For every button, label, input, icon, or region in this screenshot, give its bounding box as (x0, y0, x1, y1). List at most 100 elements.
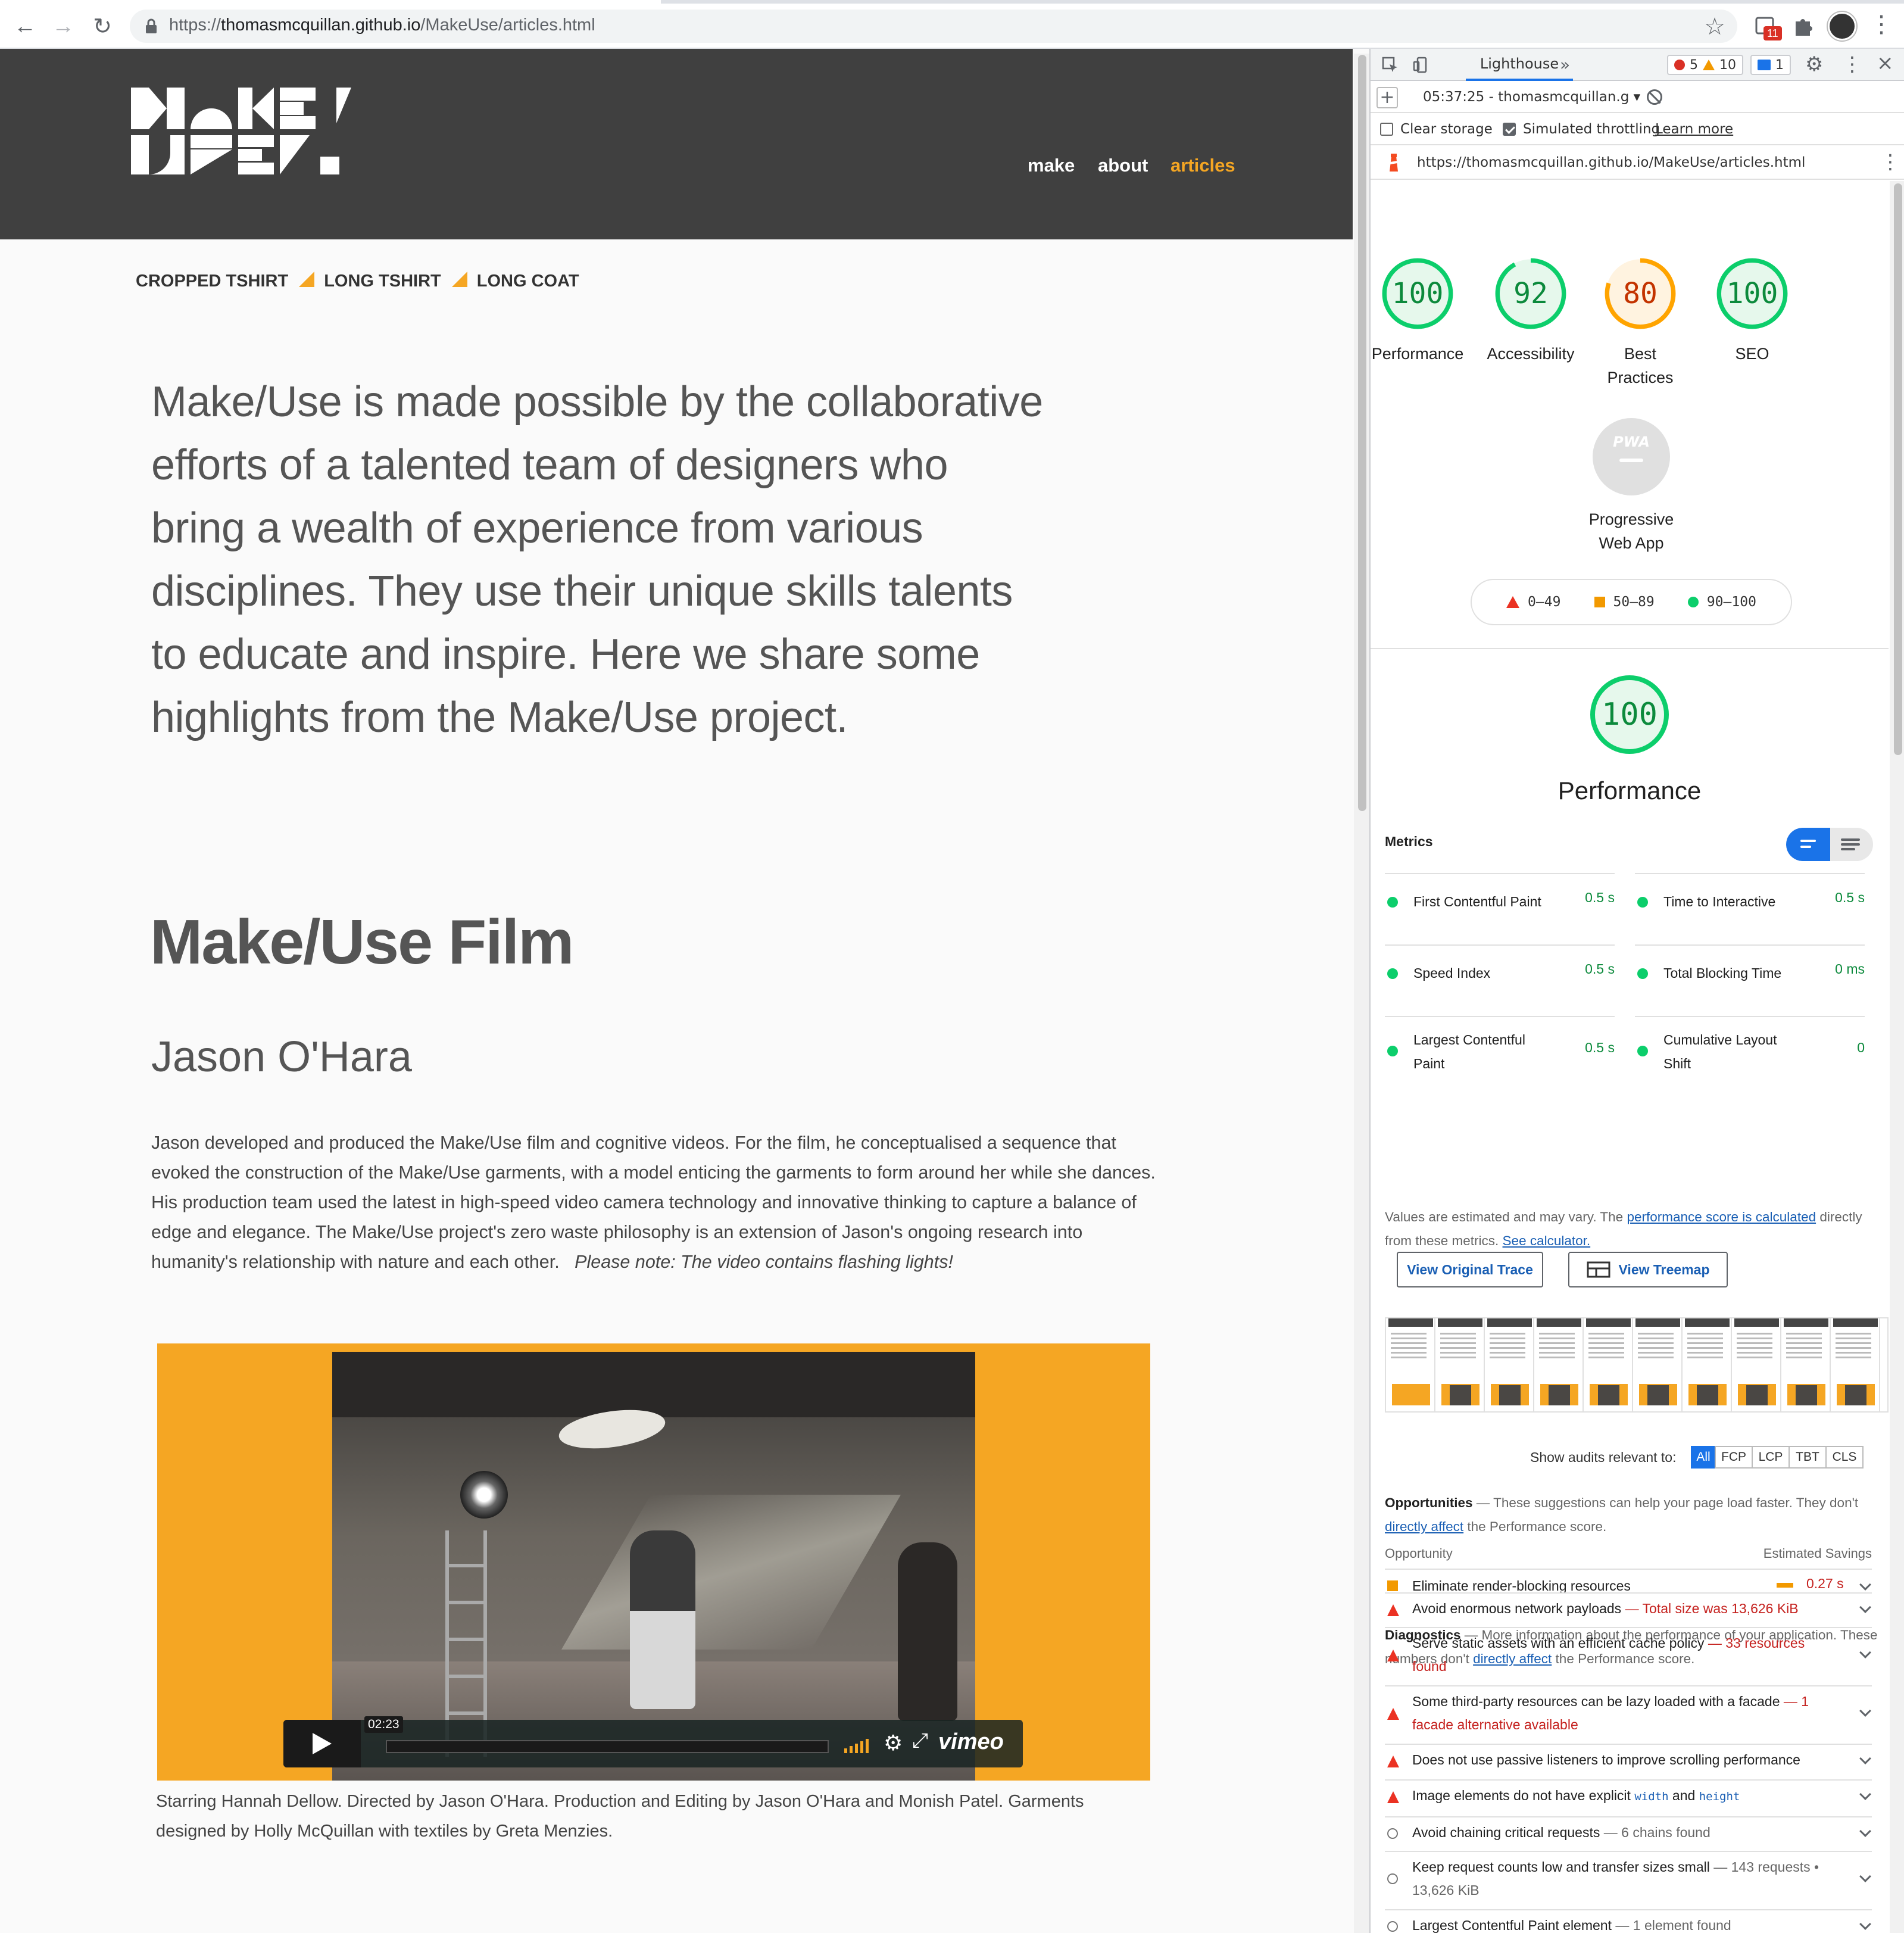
vimeo-logo[interactable]: vimeo (938, 1729, 1004, 1755)
video-progress-bar[interactable] (386, 1740, 829, 1753)
profile-avatar[interactable] (1828, 12, 1856, 40)
active-tab[interactable] (0, 0, 661, 4)
frame-image (1837, 1384, 1875, 1405)
filter-lcp[interactable]: LCP (1752, 1446, 1790, 1469)
clear-storage-checkbox[interactable] (1380, 123, 1393, 136)
score-gauge-best-practices[interactable]: 80 (1602, 255, 1679, 332)
forward-icon[interactable]: → (49, 12, 77, 40)
diagnostic-row[interactable]: Keep request counts low and transfer siz… (1385, 1851, 1872, 1909)
filter-cls[interactable]: CLS (1825, 1446, 1864, 1469)
devtools-close-icon[interactable]: × (1877, 51, 1894, 75)
devtools-settings-icon[interactable]: ⚙ (1805, 52, 1823, 76)
device-toolbar-icon[interactable] (1412, 56, 1430, 74)
frame-text-line (1638, 1352, 1674, 1354)
more-tabs-icon[interactable]: » (1560, 55, 1570, 74)
diagnostic-text: Serve static assets with an efficient ca… (1412, 1632, 1841, 1678)
score-gauge-accessibility[interactable]: 92 (1492, 255, 1569, 332)
frame-text-line (1490, 1347, 1525, 1349)
pwa-gauge[interactable]: PWA (1593, 418, 1670, 495)
frame-text-line (1588, 1333, 1624, 1335)
fullscreen-icon[interactable]: ⤢ (912, 1729, 928, 1753)
audited-url-bar: https://thomasmcquillan.github.io/MakeUs… (1371, 146, 1904, 180)
console-messages[interactable]: 1 (1750, 55, 1791, 75)
play-button[interactable] (283, 1720, 361, 1767)
address-bar[interactable]: https://thomasmcquillan.github.io/MakeUs… (130, 10, 1737, 43)
filter-tbt[interactable]: TBT (1788, 1446, 1827, 1469)
video-frame[interactable] (332, 1352, 975, 1781)
chevron-down-icon[interactable] (1859, 1825, 1871, 1837)
learn-more-link[interactable]: Learn more (1655, 121, 1733, 137)
volume-icon[interactable] (844, 1735, 869, 1753)
breadcrumb-long-coat[interactable]: LONG COAT (477, 272, 579, 291)
chevron-down-icon[interactable] (1859, 1579, 1871, 1591)
frame-text-line (1490, 1357, 1525, 1358)
nav-make[interactable]: make (1028, 155, 1075, 176)
video-embed[interactable] (157, 1343, 1150, 1781)
fail-triangle-icon (1387, 1791, 1399, 1803)
make-use-logo[interactable] (131, 88, 351, 174)
frame-text-line (1588, 1342, 1624, 1344)
toggle-compact[interactable] (1786, 828, 1830, 861)
devtools-scrollbar-thumb[interactable] (1894, 183, 1902, 755)
metrics-view-toggle[interactable] (1786, 828, 1873, 861)
frame-text-line (1737, 1357, 1772, 1358)
opportunities-directly-affect-link[interactable]: directly affect (1385, 1519, 1463, 1534)
nav-articles[interactable]: articles (1171, 155, 1235, 176)
breadcrumb-long-tshirt[interactable]: LONG TSHIRT (324, 272, 441, 291)
devtools-scrollbar[interactable] (1890, 181, 1904, 1933)
view-original-trace-button[interactable]: View Original Trace (1397, 1252, 1543, 1287)
opportunity-savings: 0.27 s (1806, 1576, 1844, 1591)
video-settings-icon[interactable]: ⚙ (884, 1731, 903, 1756)
frame-text-line (1786, 1342, 1822, 1344)
devtools-menu-icon[interactable]: ⋮ (1842, 52, 1862, 76)
browser-menu-icon[interactable]: ⋮ (1869, 11, 1893, 38)
diagnostic-row[interactable]: Avoid chaining critical requests — 6 cha… (1385, 1816, 1872, 1851)
lock-icon (146, 18, 157, 33)
new-report-button[interactable]: + (1377, 87, 1398, 108)
nav-about[interactable]: about (1098, 155, 1148, 176)
filter-all[interactable]: All (1691, 1446, 1716, 1469)
page-scrollbar[interactable] (1354, 54, 1369, 1933)
breadcrumb-cropped-tshirt[interactable]: CROPPED TSHIRT (136, 272, 288, 291)
frame-text-line (1391, 1357, 1427, 1358)
diagnostic-row[interactable]: Some third-party resources can be lazy l… (1385, 1685, 1872, 1744)
bio-paragraph: Jason developed and produced the Make/Us… (151, 1128, 1157, 1277)
throttling-checkbox[interactable] (1503, 123, 1516, 136)
view-treemap-button[interactable]: View Treemap (1568, 1252, 1728, 1287)
see-calculator-link[interactable]: See calculator. (1503, 1233, 1591, 1248)
reload-icon[interactable]: ↻ (88, 12, 117, 40)
average-square-icon (1594, 597, 1605, 607)
tab-lighthouse[interactable]: Lighthouse (1466, 49, 1573, 81)
score-calculated-link[interactable]: performance score is calculated (1627, 1209, 1816, 1224)
report-select[interactable]: 05:37:25 - thomasmcquillan.g ▾ (1423, 89, 1640, 105)
diagnostic-row[interactable]: Does not use passive listeners to improv… (1385, 1744, 1872, 1779)
bookmark-star-icon[interactable]: ☆ (1704, 13, 1725, 40)
chevron-down-icon[interactable] (1859, 1647, 1871, 1658)
diagnostic-row[interactable]: Serve static assets with an efficient ca… (1385, 1627, 1872, 1685)
score-gauge-performance[interactable]: 100 (1379, 255, 1456, 332)
console-counts[interactable]: 5 10 (1667, 55, 1743, 75)
chevron-down-icon[interactable] (1859, 1870, 1871, 1882)
chevron-down-icon[interactable] (1859, 1918, 1871, 1930)
diagnostic-text: Largest Contentful Paint element — 1 ele… (1412, 1914, 1841, 1933)
score-gauge-seo[interactable]: 100 (1713, 255, 1791, 332)
page-scrollbar-thumb[interactable] (1358, 55, 1366, 811)
column-opportunity: Opportunity (1385, 1546, 1453, 1561)
diagnostic-row[interactable]: Avoid enormous network payloads — Total … (1385, 1592, 1872, 1627)
filmstrip-frame (1633, 1318, 1683, 1411)
diagnostic-title: Avoid enormous network payloads (1412, 1601, 1622, 1616)
toggle-line (1841, 843, 1860, 846)
back-icon[interactable]: ← (11, 12, 39, 40)
clear-reports-icon[interactable] (1647, 89, 1662, 105)
chevron-down-icon[interactable] (1859, 1788, 1871, 1800)
puzzle-icon[interactable] (1790, 13, 1816, 39)
report-menu-icon[interactable]: ⋮ (1880, 150, 1900, 174)
diagnostic-title: Some third-party resources can be lazy l… (1412, 1694, 1780, 1709)
diagnostic-row[interactable]: Image elements do not have explicit widt… (1385, 1779, 1872, 1816)
diagnostic-row[interactable]: Largest Contentful Paint element — 1 ele… (1385, 1909, 1872, 1933)
chevron-down-icon[interactable] (1859, 1601, 1871, 1613)
chevron-down-icon[interactable] (1859, 1705, 1871, 1717)
filter-fcp[interactable]: FCP (1715, 1446, 1753, 1469)
chevron-down-icon[interactable] (1859, 1753, 1871, 1764)
inspect-element-icon[interactable] (1381, 56, 1399, 74)
